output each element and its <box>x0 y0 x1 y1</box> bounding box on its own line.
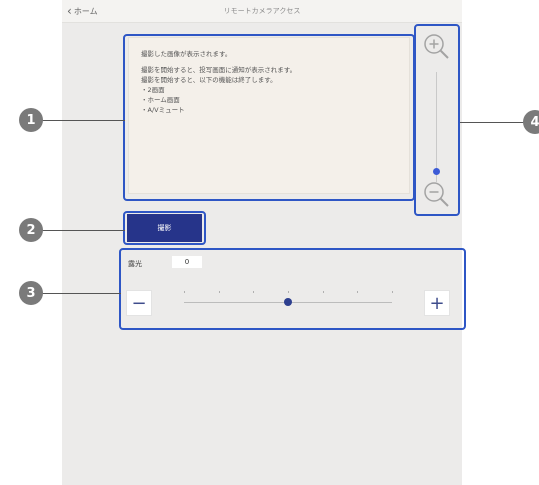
callout-number-2: 2 <box>19 218 43 242</box>
callout-box-4 <box>414 24 460 216</box>
callout-line-4 <box>460 122 530 123</box>
callout-number-1: 1 <box>19 108 43 132</box>
top-bar: ‹ ホーム リモートカメラアクセス <box>62 0 462 23</box>
callout-box-2 <box>123 211 206 245</box>
callout-box-3 <box>119 248 466 330</box>
page-title: リモートカメラアクセス <box>223 7 301 15</box>
callout-line-1 <box>39 120 125 121</box>
callout-line-3 <box>39 293 121 294</box>
callout-box-1 <box>123 34 415 201</box>
callout-number-3: 3 <box>19 281 43 305</box>
callout-line-2 <box>39 230 125 231</box>
callout-number-4: 4 <box>523 110 539 134</box>
